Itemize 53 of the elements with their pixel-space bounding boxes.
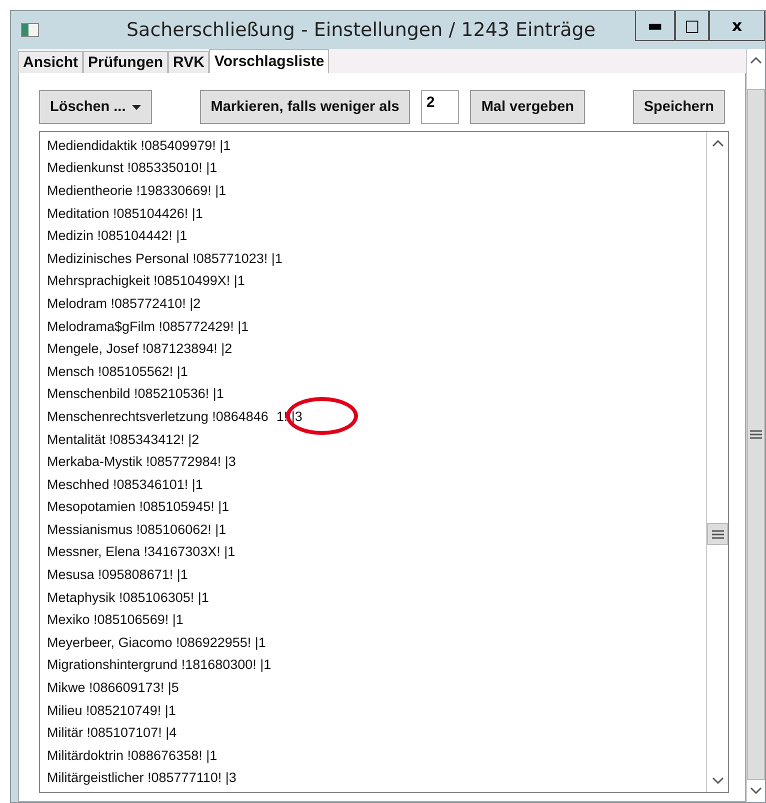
list-item[interactable]: Mentalität !085343412! |2 bbox=[47, 432, 200, 447]
list-item[interactable]: Mengele, Josef !087123894! |2 bbox=[47, 341, 232, 356]
maximize-button[interactable]: □ bbox=[675, 11, 709, 41]
save-button[interactable]: Speichern bbox=[632, 90, 725, 124]
list-item[interactable]: Medientheorie !198330669! |1 bbox=[47, 182, 226, 198]
minimize-button[interactable]: ▬ bbox=[635, 11, 675, 41]
list-item[interactable]: Militär !085107107! |4 bbox=[47, 725, 177, 740]
list-item[interactable]: Messner, Elena !34167303X! |1 bbox=[47, 544, 236, 560]
list-item[interactable]: Messianismus !085106062! |1 bbox=[47, 522, 226, 537]
list-item[interactable]: Meditation !085104426! |1 bbox=[47, 206, 203, 221]
tab[interactable]: RVK bbox=[168, 51, 210, 73]
list-item[interactable]: Mehrsprachigkeit !08510499X! |1 bbox=[47, 273, 245, 288]
list-item[interactable]: Mesusa !095808671! |1 bbox=[47, 567, 188, 582]
list-item[interactable]: Meschhed !085346101! |1 bbox=[47, 476, 203, 492]
list-item[interactable]: Meyerbeer, Giacomo !086922955! |1 bbox=[47, 634, 266, 650]
tab[interactable]: Vorschlagsliste bbox=[209, 49, 330, 73]
list-item-tail: 1! |3 bbox=[276, 408, 302, 424]
list-item[interactable]: Milieu !085210749! |1 bbox=[47, 702, 176, 718]
caret-icon bbox=[132, 104, 141, 110]
list-item[interactable]: Merkaba-Mystik !085772984! |3 bbox=[47, 454, 236, 470]
list-item[interactable]: Medienkunst !085335010! |1 bbox=[47, 160, 218, 176]
list-item[interactable]: Migrationshintergrund !181680300! |1 bbox=[47, 657, 272, 672]
mark-button[interactable]: Markieren, falls weniger als bbox=[200, 90, 410, 124]
threshold-field[interactable]: 2 bbox=[421, 90, 460, 124]
close-button[interactable]: x bbox=[709, 11, 765, 41]
list-item[interactable]: Menschenbild !085210536! |1 bbox=[47, 386, 224, 402]
scroll-up-icon[interactable] bbox=[749, 55, 763, 65]
list-item[interactable]: Medizin !085104442! |1 bbox=[47, 228, 188, 244]
scroll-up-icon[interactable] bbox=[710, 138, 724, 148]
list-item[interactable]: Metaphysik !085106305! |1 bbox=[47, 590, 209, 605]
list-item[interactable]: Mexiko !085106569! |1 bbox=[47, 612, 184, 628]
grip-icon bbox=[750, 430, 762, 439]
tab[interactable]: Ansicht bbox=[18, 51, 84, 73]
assign-button[interactable]: Mal vergeben bbox=[470, 90, 586, 124]
list-item[interactable]: Mensch !085105562! |1 bbox=[47, 364, 188, 379]
window-title: Sacherschließung - Einstellungen / 1243 Einträge bbox=[125, 19, 597, 41]
app-icon bbox=[21, 23, 39, 37]
list-item[interactable]: Militärgeistlicher !085777110! |3 bbox=[47, 770, 236, 786]
list-item[interactable]: Mediendidaktik !085409979! |1 bbox=[47, 138, 231, 153]
scroll-down-icon[interactable] bbox=[710, 776, 724, 786]
scroll-thumb[interactable] bbox=[707, 523, 728, 546]
list-item[interactable]: Militärdoktrin !088676358! |1 bbox=[47, 748, 218, 763]
list-item[interactable]: Melodram !085772410! |2 bbox=[47, 296, 201, 311]
grip-icon bbox=[712, 530, 724, 539]
list-item[interactable]: Mesopotamien !085105945! |1 bbox=[47, 499, 230, 514]
tab[interactable]: Prüfungen bbox=[83, 51, 168, 73]
delete-menu-button[interactable]: Löschen ... bbox=[39, 90, 152, 124]
list-item[interactable]: Mikwe !086609173! |5 bbox=[47, 680, 179, 696]
list-item[interactable]: Melodrama$gFilm !085772429! |1 bbox=[47, 318, 249, 334]
list-scrollbar[interactable] bbox=[706, 132, 728, 792]
list-item[interactable]: Medizinisches Personal !085771023! |1 bbox=[47, 250, 282, 266]
scroll-down-icon[interactable] bbox=[749, 786, 763, 796]
list-item[interactable]: Menschenrechtsverletzung !0864846 bbox=[47, 408, 268, 424]
